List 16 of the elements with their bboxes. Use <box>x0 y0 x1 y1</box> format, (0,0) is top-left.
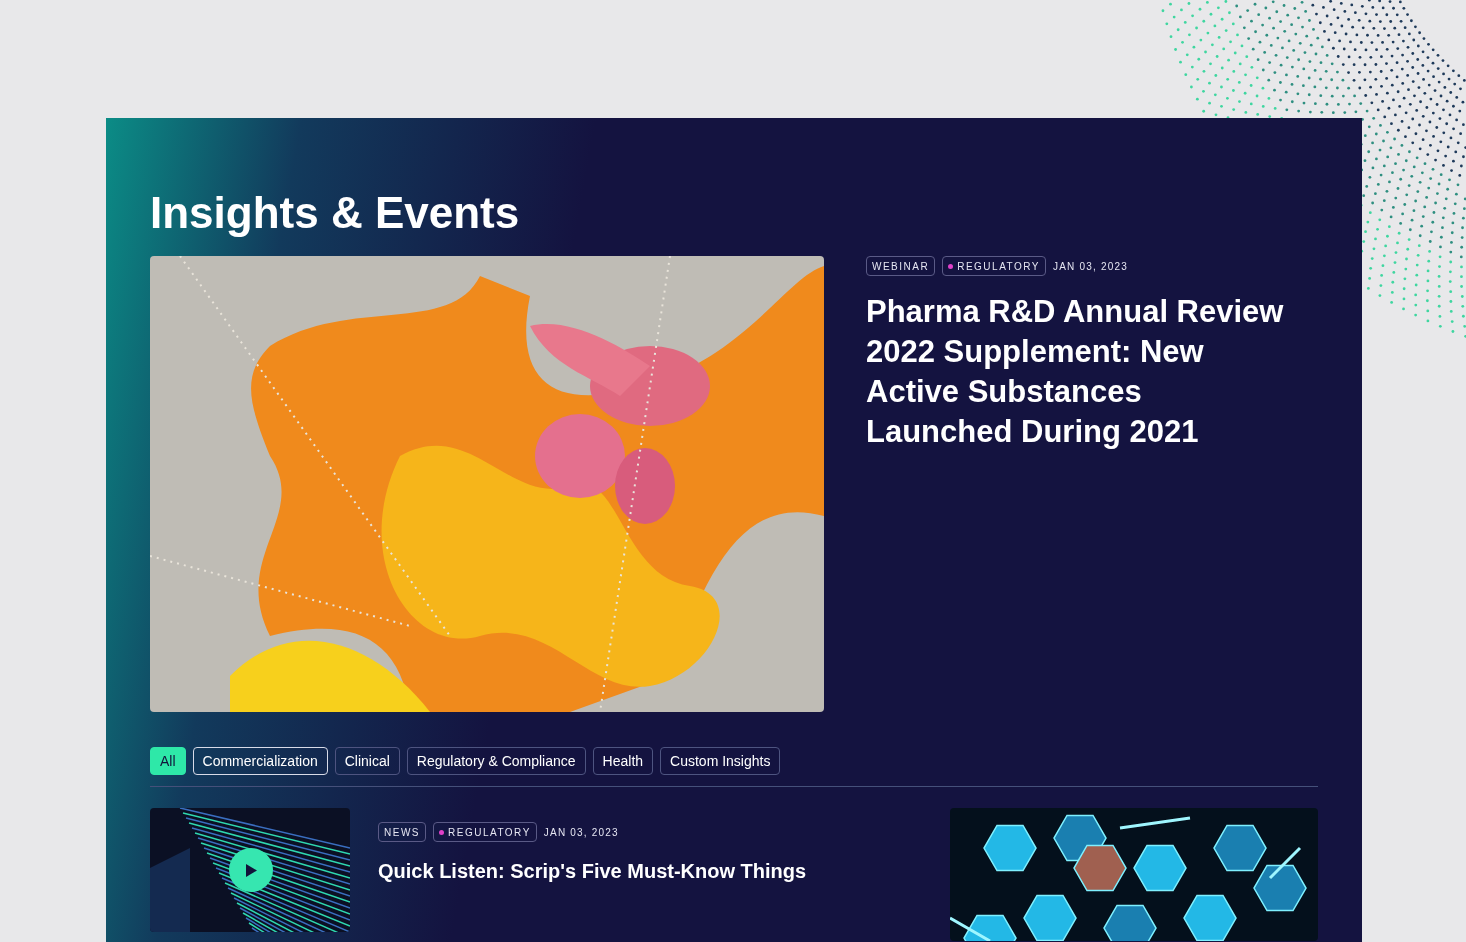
category-tag: NEWS <box>378 822 426 842</box>
date-text: JAN 03, 2023 <box>543 825 619 840</box>
filter-chip[interactable]: Health <box>592 747 654 775</box>
article-title[interactable]: Quick Listen: Scrip's Five Must-Know Things <box>378 856 898 886</box>
article-title[interactable]: Pharma R&D Annual Review 2022 Supplement: New Active Substances Launched During 2021 <box>866 292 1286 452</box>
play-icon <box>245 863 257 877</box>
category-tag: REGULATORY <box>433 822 537 842</box>
filter-chip[interactable]: All <box>150 747 186 775</box>
filter-chip[interactable]: Regulatory & Compliance <box>406 747 586 775</box>
category-tag: REGULATORY <box>942 256 1046 276</box>
date-text: JAN 03, 2023 <box>1053 259 1128 274</box>
filter-chip[interactable]: Clinical <box>334 747 400 775</box>
filter-chip[interactable]: Custom Insights <box>660 747 781 775</box>
section-title: Insights & Events <box>150 187 521 239</box>
category-tag: WEBINAR <box>866 256 936 276</box>
filter-chip[interactable]: Commercialization <box>192 747 328 775</box>
